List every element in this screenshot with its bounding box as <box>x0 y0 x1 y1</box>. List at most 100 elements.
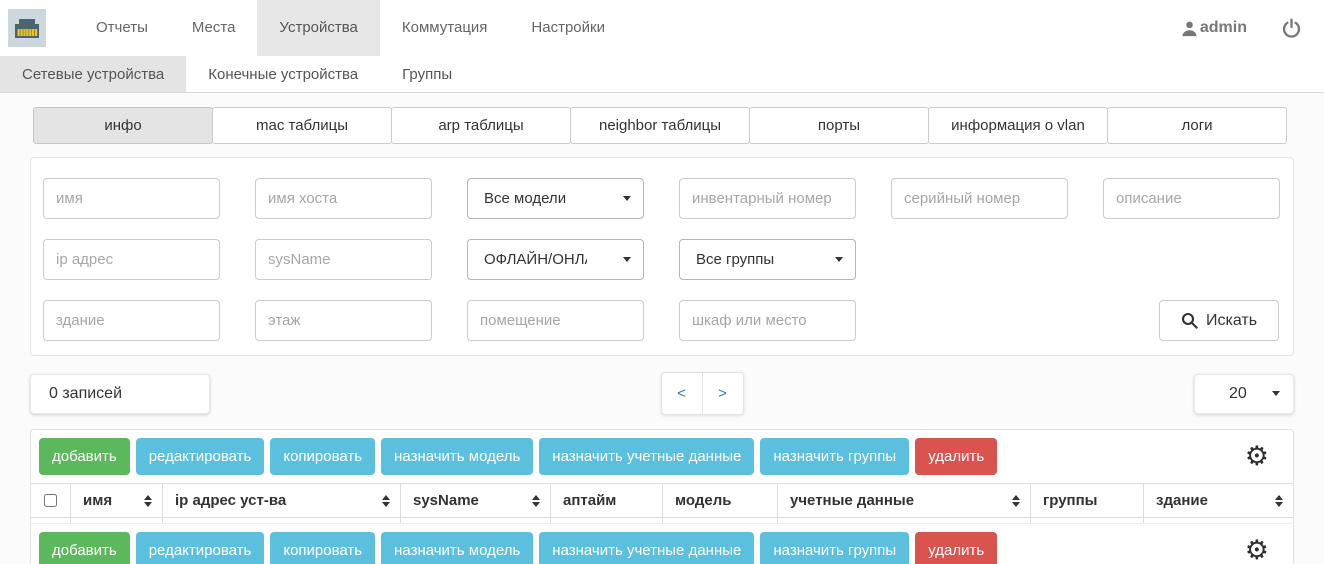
empty-cell <box>551 518 663 523</box>
topnav-spacer <box>627 0 1181 56</box>
select-all-checkbox[interactable] <box>44 494 57 507</box>
column-header-name[interactable]: имя <box>71 484 163 517</box>
column-label: имя <box>83 492 112 509</box>
sysname-filter-input[interactable] <box>255 239 432 280</box>
building-filter-input[interactable] <box>43 300 220 341</box>
description-filter-input[interactable] <box>1103 178 1280 219</box>
user-menu[interactable]: admin <box>1181 0 1247 56</box>
tab-vlan-info[interactable]: информация о vlan <box>928 107 1108 144</box>
tab-neighbor-tables[interactable]: neighbor таблицы <box>570 107 750 144</box>
inventory-filter-input[interactable] <box>679 178 856 219</box>
delete-button[interactable]: удалить <box>915 532 997 564</box>
chevron-down-icon <box>1272 391 1280 396</box>
group-filter-select[interactable]: Все группы <box>679 239 856 280</box>
status-select-value: ОФЛАЙН/ОНЛАЙН <box>484 251 587 268</box>
edit-button[interactable]: редактировать <box>136 532 265 564</box>
section-navbar: Сетевые устройства Конечные устройства Г… <box>0 56 1324 93</box>
subnav-groups[interactable]: Группы <box>380 56 474 92</box>
prev-page-button[interactable]: < <box>661 372 703 415</box>
next-page-button[interactable]: > <box>702 372 744 415</box>
column-header-building[interactable]: здание <box>1144 484 1293 517</box>
subnav-end-devices[interactable]: Конечные устройства <box>186 56 380 92</box>
records-row: 0 записей < > 20 <box>30 372 1294 415</box>
user-icon <box>1181 20 1198 37</box>
floor-filter-input[interactable] <box>255 300 432 341</box>
page-content: инфо mac таблицы arp таблицы neighbor та… <box>0 93 1324 564</box>
nav-item-devices[interactable]: Устройства <box>257 0 379 56</box>
tab-ports[interactable]: порты <box>749 107 929 144</box>
assign-credentials-button[interactable]: назначить учетные данные <box>539 438 754 475</box>
serial-filter-input[interactable] <box>891 178 1068 219</box>
name-filter-input[interactable] <box>43 178 220 219</box>
sort-icon[interactable] <box>532 495 540 507</box>
column-header-ip[interactable]: ip адрес уст-ва <box>163 484 401 517</box>
empty-cell <box>778 518 1031 523</box>
empty-cell <box>1144 518 1293 523</box>
empty-cell <box>163 518 401 523</box>
ip-filter-input[interactable] <box>43 239 220 280</box>
search-icon <box>1181 312 1198 329</box>
table-toolbar-bottom: добавить редактировать копировать назнач… <box>31 524 1293 564</box>
column-label: модель <box>675 492 731 509</box>
page-size-select[interactable]: 20 <box>1194 374 1294 414</box>
nav-item-places[interactable]: Места <box>170 0 258 56</box>
empty-cell <box>31 518 71 523</box>
chevron-down-icon <box>835 257 843 262</box>
assign-groups-button[interactable]: назначить группы <box>760 438 909 475</box>
nav-item-reports[interactable]: Отчеты <box>74 0 170 56</box>
cabinet-filter-input[interactable] <box>679 300 856 341</box>
username: admin <box>1200 19 1247 37</box>
column-header-credentials[interactable]: учетные данные <box>778 484 1031 517</box>
assign-model-button[interactable]: назначить модель <box>381 532 533 564</box>
sort-icon[interactable] <box>382 495 390 507</box>
chevron-down-icon <box>623 257 631 262</box>
tab-logs[interactable]: логи <box>1107 107 1287 144</box>
assign-groups-button[interactable]: назначить группы <box>760 532 909 564</box>
filter-panel: Все модели ОФЛАЙН/ОНЛАЙН Все группы <box>30 157 1294 356</box>
tab-mac-tables[interactable]: mac таблицы <box>212 107 392 144</box>
logout-button[interactable] <box>1281 0 1302 56</box>
column-header-sysname[interactable]: sysName <box>401 484 551 517</box>
ethernet-port-icon <box>13 16 41 40</box>
gear-icon[interactable]: ⚙ <box>1245 443 1269 470</box>
tab-arp-tables[interactable]: arp таблицы <box>391 107 571 144</box>
nav-item-switching[interactable]: Коммутация <box>380 0 510 56</box>
model-select-value: Все модели <box>484 190 566 207</box>
column-label: группы <box>1043 492 1098 509</box>
column-header-model: модель <box>663 484 778 517</box>
gear-icon[interactable]: ⚙ <box>1245 537 1269 564</box>
edit-button[interactable]: редактировать <box>136 438 265 475</box>
sort-icon[interactable] <box>1275 495 1283 507</box>
room-filter-input[interactable] <box>467 300 644 341</box>
column-label: sysName <box>413 492 479 509</box>
search-button[interactable]: Искать <box>1159 300 1279 341</box>
add-button[interactable]: добавить <box>39 438 130 475</box>
sort-icon[interactable] <box>144 495 152 507</box>
tab-info[interactable]: инфо <box>33 107 213 144</box>
copy-button[interactable]: копировать <box>270 532 375 564</box>
nav-item-settings[interactable]: Настройки <box>509 0 627 56</box>
assign-model-button[interactable]: назначить модель <box>381 438 533 475</box>
model-filter-select[interactable]: Все модели <box>467 178 644 219</box>
filter-row-2: ОФЛАЙН/ОНЛАЙН Все группы <box>43 239 1281 280</box>
records-count: 0 записей <box>30 374 210 414</box>
table-header-row: имя ip адрес уст-ва sysName аптайм модел… <box>31 483 1293 518</box>
subnav-network-devices[interactable]: Сетевые устройства <box>0 56 186 92</box>
status-filter-select[interactable]: ОФЛАЙН/ОНЛАЙН <box>467 239 644 280</box>
filter-row-3: Искать <box>43 300 1281 341</box>
empty-cell <box>71 518 163 523</box>
chevron-down-icon <box>623 196 631 201</box>
column-header-uptime: аптайм <box>551 484 663 517</box>
delete-button[interactable]: удалить <box>915 438 997 475</box>
search-button-label: Искать <box>1206 312 1257 330</box>
hostname-filter-input[interactable] <box>255 178 432 219</box>
column-label: ip адрес уст-ва <box>175 492 286 509</box>
top-navbar: Отчеты Места Устройства Коммутация Настр… <box>0 0 1324 56</box>
copy-button[interactable]: копировать <box>270 438 375 475</box>
sort-icon[interactable] <box>1012 495 1020 507</box>
pager: < > <box>661 372 744 415</box>
app-logo[interactable] <box>8 9 46 47</box>
add-button[interactable]: добавить <box>39 532 130 564</box>
assign-credentials-button[interactable]: назначить учетные данные <box>539 532 754 564</box>
empty-cell <box>401 518 551 523</box>
